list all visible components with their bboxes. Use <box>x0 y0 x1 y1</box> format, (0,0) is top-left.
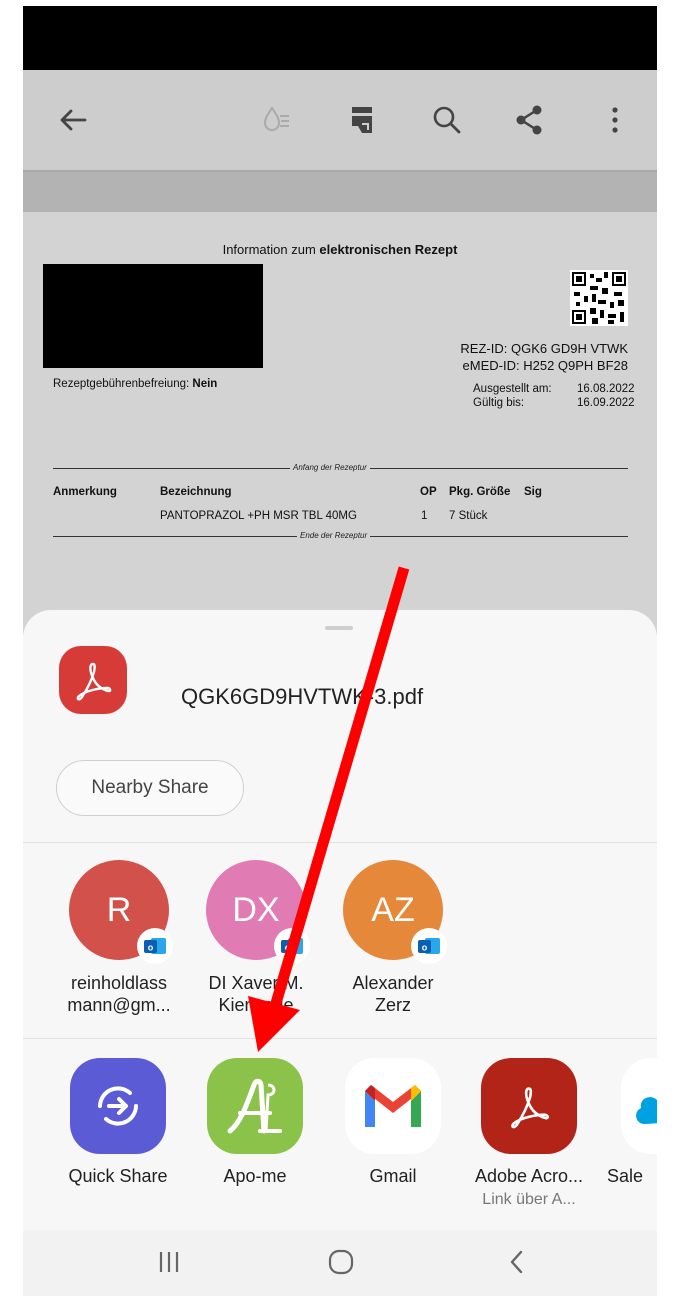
prescription-ids: REZ-ID: QGK6 GD9H VTWK eMED-ID: H252 Q9P… <box>460 340 628 374</box>
adobe-acrobat-icon <box>481 1058 577 1154</box>
contact-alexander-zerz[interactable]: AZ o Alexander Zerz <box>333 860 453 1016</box>
app-label: Apo-me <box>223 1166 287 1186</box>
avatar: AZ o <box>343 860 447 964</box>
contact-name-line1: Alexander <box>352 973 434 993</box>
contact-xaver-kienzerle[interactable]: DX o DI Xaver M. Kienzerle <box>196 860 316 1016</box>
arrow-left-icon[interactable] <box>45 92 101 148</box>
column-pkg: Pkg. Größe <box>449 486 511 498</box>
contact-name-line1: reinholdlass <box>70 973 168 993</box>
app-label: Quick Share <box>68 1166 168 1186</box>
pdf-document-page: Information zum elektronischen Rezept RE… <box>23 212 657 632</box>
issued-label: Ausgestellt am: <box>473 383 552 395</box>
avatar: DX o <box>206 860 310 964</box>
row-op: 1 <box>421 510 428 522</box>
recent-apps-icon[interactable] <box>139 1242 199 1282</box>
salesforce-icon <box>621 1058 657 1154</box>
column-anmerkung: Anmerkung <box>53 486 117 498</box>
home-icon[interactable] <box>311 1242 371 1282</box>
fee-exemption-label: Rezeptgebührenbefreiung: <box>53 378 193 390</box>
contact-name-line2: Zerz <box>375 995 411 1015</box>
redaction-box <box>43 264 263 368</box>
column-op: OP <box>420 486 437 498</box>
outlook-icon: o <box>137 928 173 964</box>
prescription-end-label: Ende der Rezeptur <box>297 531 371 540</box>
rez-id: REZ-ID: QGK6 GD9H VTWK <box>460 341 628 356</box>
avatar-initials: R <box>106 890 132 929</box>
app-label: Adobe Acro... <box>474 1166 584 1186</box>
app-apo-me[interactable]: Apo-me <box>195 1058 315 1187</box>
status-bar <box>23 6 657 70</box>
document-title: Information zum elektronischen Rezept <box>23 242 657 257</box>
qr-code-icon <box>570 270 628 326</box>
svg-text:o: o <box>422 943 428 953</box>
divider <box>23 842 657 843</box>
drag-handle[interactable] <box>325 626 353 630</box>
title-prefix: Information zum <box>222 242 320 257</box>
outlook-icon: o <box>274 928 310 964</box>
svg-text:o: o <box>148 943 154 953</box>
navigation-bar <box>23 1230 657 1296</box>
reflow-icon[interactable] <box>249 92 305 148</box>
file-name: QGK6GD9HVTWK-3.pdf <box>181 684 424 709</box>
outlook-icon: o <box>411 928 447 964</box>
contact-name-line1: DI Xaver M. <box>208 973 304 993</box>
valid-until-label: Gültig bis: <box>473 397 525 409</box>
app-sublabel: Link über A... <box>482 1191 576 1208</box>
search-icon[interactable] <box>419 92 475 148</box>
contact-name-line2: Kienzerle <box>218 995 294 1015</box>
phone-screen: Information zum elektronischen Rezept RE… <box>23 6 657 1296</box>
row-pkg: 7 Stück <box>449 510 488 522</box>
app-label: Sale <box>607 1166 644 1186</box>
svg-text:o: o <box>285 943 291 953</box>
issued-value: 16.08.2022 <box>577 383 635 395</box>
share-sheet: QGK6GD9HVTWK-3.pdf Nearby Share R o rein… <box>23 610 657 1296</box>
row-bezeichnung: PANTOPRAZOL +PH MSR TBL 40MG <box>160 510 357 522</box>
page-gap <box>23 172 657 212</box>
more-vert-icon[interactable] <box>587 92 643 148</box>
column-bezeichnung: Bezeichnung <box>160 486 232 498</box>
prescription-end-rule: Ende der Rezeptur <box>53 531 628 540</box>
fee-exemption-value: Nein <box>192 378 218 390</box>
prescription-start-label: Anfang der Rezeptur <box>290 463 370 472</box>
gmail-icon <box>345 1058 441 1154</box>
app-quick-share[interactable]: Quick Share <box>58 1058 178 1187</box>
back-icon[interactable] <box>487 1242 547 1282</box>
apo-me-icon <box>207 1058 303 1154</box>
fee-exemption: Rezeptgebührenbefreiung: Nein <box>53 378 217 390</box>
pdf-toolbar <box>23 70 657 172</box>
validity-dates: Ausgestellt am: 16.08.2022 Gültig bis: 16.… <box>453 382 635 410</box>
contact-reinholdlassmann[interactable]: R o reinholdlass mann@gm... <box>59 860 179 1016</box>
quick-share-icon <box>70 1058 166 1154</box>
contact-name-line2: mann@gm... <box>67 995 171 1015</box>
app-adobe-acrobat[interactable]: Adobe Acro... Link über A... <box>469 1058 589 1209</box>
app-gmail[interactable]: Gmail <box>333 1058 453 1187</box>
prescription-start-rule: Anfang der Rezeptur <box>53 463 628 472</box>
app-label: Gmail <box>369 1166 417 1186</box>
reader-mode-icon[interactable] <box>334 92 390 148</box>
emed-id: eMED-ID: H252 Q9PH BF28 <box>462 358 628 373</box>
nearby-share-button[interactable]: Nearby Share <box>56 760 244 816</box>
column-sig: Sig <box>524 486 542 498</box>
title-bold: elektronischen Rezept <box>319 242 458 257</box>
avatar-initials: AZ <box>371 890 415 929</box>
share-icon[interactable] <box>501 92 557 148</box>
divider <box>23 1038 657 1039</box>
valid-until-value: 16.09.2022 <box>577 397 635 409</box>
avatar-initials: DX <box>232 890 280 929</box>
avatar: R o <box>69 860 173 964</box>
app-salesforce[interactable]: Sale <box>607 1058 657 1187</box>
pdf-file-icon <box>59 646 127 714</box>
